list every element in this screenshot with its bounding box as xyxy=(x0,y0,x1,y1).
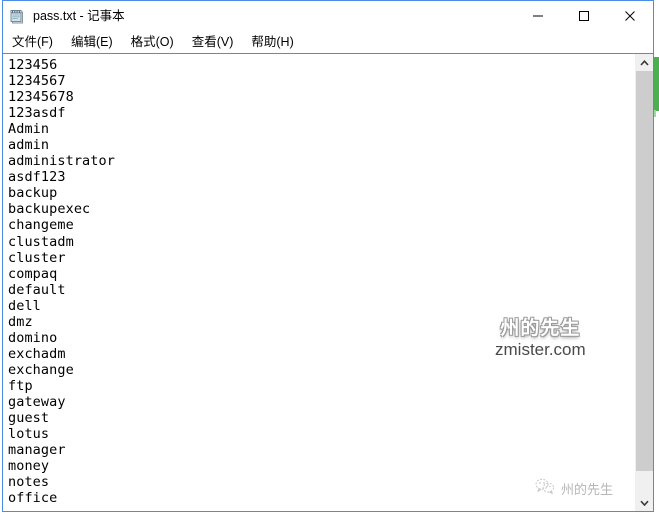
client-area: 123456 1234567 12345678 123asdf Admin admin ad… xyxy=(3,53,653,511)
scroll-down-button[interactable] xyxy=(636,494,653,511)
window-controls xyxy=(515,1,653,31)
scrollbar-thumb[interactable] xyxy=(636,71,653,471)
text-line: domino xyxy=(8,329,58,346)
menu-item-view[interactable]: 查看(V) xyxy=(190,34,236,51)
scroll-up-button[interactable] xyxy=(636,54,653,71)
text-line: ftp xyxy=(8,377,33,394)
title-bar[interactable]: pass.txt - 记事本 xyxy=(3,1,653,31)
text-line: money xyxy=(8,458,50,475)
text-line: exchange xyxy=(8,361,74,378)
text-line: guest xyxy=(8,410,50,427)
chevron-down-icon xyxy=(640,500,649,506)
text-line: administrator xyxy=(8,153,115,170)
menu-bar: 文件(F) 编辑(E) 格式(O) 查看(V) 帮助(H) xyxy=(3,31,653,53)
menu-item-file[interactable]: 文件(F) xyxy=(10,34,55,51)
text-line: clustadm xyxy=(8,233,74,250)
text-line: asdf123 xyxy=(8,169,66,186)
minimize-button[interactable] xyxy=(515,1,561,31)
menu-item-edit[interactable]: 编辑(E) xyxy=(69,34,115,51)
scrollbar-track[interactable] xyxy=(636,71,653,494)
text-line: gateway xyxy=(8,393,66,410)
menu-item-help[interactable]: 帮助(H) xyxy=(249,34,295,51)
text-line: notes xyxy=(8,474,50,491)
text-line: 1234567 xyxy=(8,73,66,90)
text-line: lotus xyxy=(8,426,50,443)
text-line: dmz xyxy=(8,313,33,330)
text-line: admin xyxy=(8,137,50,154)
window-title: pass.txt - 记事本 xyxy=(33,8,125,23)
title-bar-left: pass.txt - 记事本 xyxy=(3,8,125,25)
text-line: default xyxy=(8,281,66,298)
maximize-icon xyxy=(579,11,589,21)
text-line: backup xyxy=(8,185,58,202)
notepad-icon xyxy=(9,8,26,25)
text-editor[interactable]: 123456 1234567 12345678 123asdf Admin admin ad… xyxy=(3,54,635,511)
chevron-up-icon xyxy=(640,59,649,66)
text-line: office xyxy=(8,490,58,507)
text-line: 12345678 xyxy=(8,89,74,106)
vertical-scrollbar[interactable] xyxy=(635,54,653,511)
text-line: Admin xyxy=(8,121,50,138)
close-icon xyxy=(625,11,635,21)
minimize-icon xyxy=(533,15,543,17)
text-line: manager xyxy=(8,442,66,459)
notepad-window: pass.txt - 记事本 文件(F) 编辑(E) 格式(O) 查看(V) 帮… xyxy=(2,0,654,512)
menu-item-format[interactable]: 格式(O) xyxy=(129,34,176,51)
close-button[interactable] xyxy=(607,1,653,31)
text-line: dell xyxy=(8,297,41,314)
text-line: 123456 xyxy=(8,57,58,73)
text-line: exchadm xyxy=(8,345,66,362)
maximize-button[interactable] xyxy=(561,1,607,31)
text-line: cluster xyxy=(8,249,66,266)
text-line: backupexec xyxy=(8,201,91,218)
text-line: changeme xyxy=(8,217,74,234)
text-line: 123asdf xyxy=(8,105,66,122)
text-line: compaq xyxy=(8,265,58,282)
